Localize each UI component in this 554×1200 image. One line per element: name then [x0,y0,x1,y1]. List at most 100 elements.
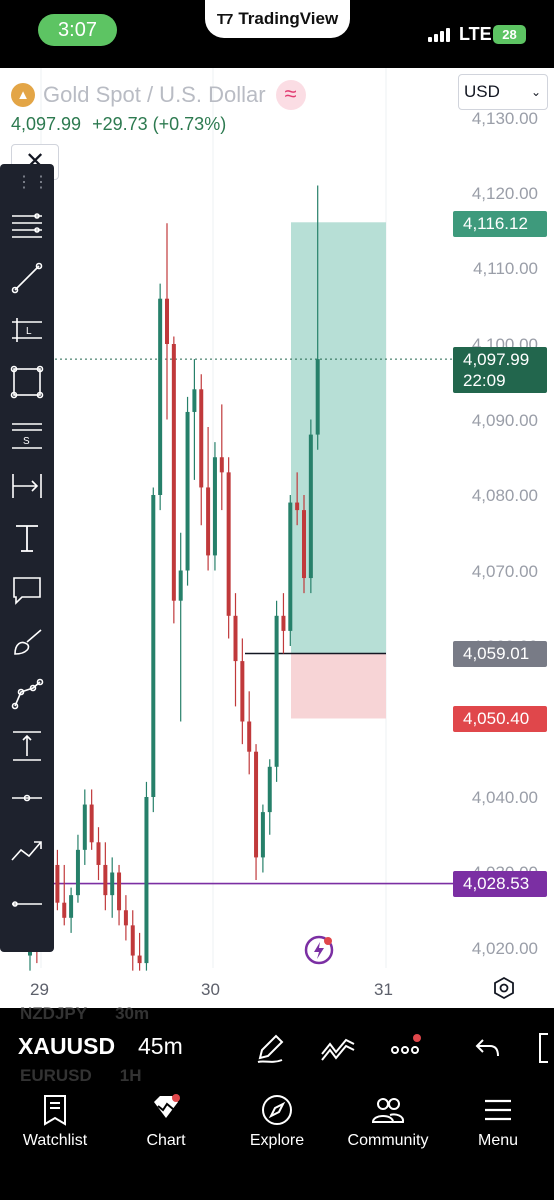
entry-price-tag: 4,059.01 [453,641,547,667]
candle-body [240,661,245,722]
trend-lines-icon[interactable] [7,206,47,246]
redo-icon[interactable] [530,1028,554,1068]
menu-icon [485,1099,511,1121]
chevron-down-icon: ⌄ [530,85,541,99]
candle-body [158,298,163,495]
y-axis-label: 4,090.00 [471,411,538,430]
symbol-header[interactable]: ▲ Gold Spot / U.S. Dollar ≈ [11,80,306,110]
wave-icon[interactable]: ≈ [275,80,306,110]
tab-community[interactable]: Community [333,1086,443,1166]
text-icon[interactable] [7,518,47,558]
timeframe-selector[interactable]: 45m [138,1033,183,1060]
stop-price-tag: 4,050.40 [453,706,547,732]
ghost-symbol-bottom[interactable]: EURUSD 1H [20,1066,142,1086]
candle-body [247,721,252,752]
svg-text:S: S [23,436,30,447]
candle-body [185,411,190,571]
price-label-icon[interactable]: L [7,310,47,350]
target-zone [291,222,386,654]
tradingview-pill[interactable]: T7 TradingView [205,0,350,38]
tradingview-pill-label: TradingView [238,9,339,28]
tab-label: Community [347,1132,429,1149]
rectangle-icon[interactable] [7,362,47,402]
y-axis-label: 4,040.00 [471,788,538,807]
brush-icon[interactable] [7,622,47,662]
candle-body [206,487,211,556]
candle-body [260,812,265,858]
bar-countdown: 22:09 [463,371,506,390]
candle-body [89,804,94,843]
comment-icon[interactable] [7,570,47,610]
candle-body [281,615,286,631]
current-price-value: 4,097.99 [463,350,530,369]
hline-price-tag: 4,028.53 [453,871,547,897]
x-axis-label: 30 [201,980,220,999]
candle-body [117,872,122,911]
tab-chart[interactable]: Chart [111,1086,221,1166]
network-type: LTE [459,24,492,44]
y-axis-label: 4,020.00 [471,939,538,958]
settings-icon[interactable] [492,976,516,1000]
candle-body [96,842,101,865]
signal-icon [428,28,450,42]
candle-body [171,344,176,601]
candle-body [55,864,60,903]
pattern-icon[interactable]: S [7,414,47,454]
candle-body [192,389,197,412]
last-price: 4,097.99 [11,114,82,134]
candle-body [110,872,115,896]
horizontal-ray-icon[interactable] [7,778,47,818]
candle-body [288,502,293,631]
candle-body [267,766,272,813]
trend-icon[interactable] [7,830,47,870]
horizontal-line-icon[interactable] [7,882,47,922]
candle-body [226,472,231,616]
pen-icon[interactable] [250,1028,290,1068]
ghost-symbol-top[interactable]: NZDJPY 30m [20,1004,149,1024]
chart-area[interactable]: ▲ Gold Spot / U.S. Dollar ≈ 4,097.99 +29… [0,68,554,1008]
candle-body [123,910,128,926]
symbol-name[interactable]: Gold Spot / U.S. Dollar [43,82,266,108]
candle-body [103,864,108,896]
candle-body [165,298,169,344]
candle-body [254,751,259,858]
candle-body [144,797,149,964]
path-icon[interactable] [7,674,47,714]
candle-body [212,457,217,556]
y-axis-label: 4,110.00 [473,259,538,278]
tab-bar: Watchlist Chart Explore Community Menu [0,1086,554,1200]
candle-body [302,510,306,579]
flash-icon[interactable] [303,934,335,966]
candle-body [274,615,279,767]
stop-zone [291,653,386,719]
battery-icon: 28 [493,25,526,44]
tab-label: Watchlist [22,1132,88,1149]
tab-explore[interactable]: Explore [222,1086,332,1166]
candle-body [233,615,238,662]
line-icon[interactable] [7,258,47,298]
gold-icon: ▲ [11,83,35,107]
tab-watchlist[interactable]: Watchlist [0,1086,110,1166]
y-axis-label: 4,120.00 [471,184,538,203]
svg-text:L: L [26,326,32,337]
drawing-toolbar: ⋮⋮ L S [0,164,54,952]
symbol-selector[interactable]: XAUUSD [18,1033,115,1060]
candle-body [315,359,320,435]
candle-body [295,502,300,511]
indicators-icon[interactable] [318,1028,358,1068]
candle-body [219,457,224,473]
vertical-range-icon[interactable] [7,726,47,766]
bottom-toolbar: NZDJPY 30m XAUUSD 45m EURUSD 1H [0,1004,554,1086]
measure-icon[interactable] [7,466,47,506]
more-options-icon[interactable] [385,1028,425,1068]
undo-icon[interactable] [466,1028,506,1068]
tab-label: Explore [249,1132,305,1149]
target-price-tag: 4,116.12 [453,211,547,237]
drag-handle-icon[interactable]: ⋮⋮ [16,172,50,192]
currency-select[interactable]: USD ⌄ [458,74,548,110]
candle-body [137,955,142,964]
status-bar: 3:07 T7 TradingView LTE 28 [0,0,554,68]
candle-body [178,570,183,601]
chart-icon [154,1094,180,1118]
tab-menu[interactable]: Menu [443,1086,553,1166]
